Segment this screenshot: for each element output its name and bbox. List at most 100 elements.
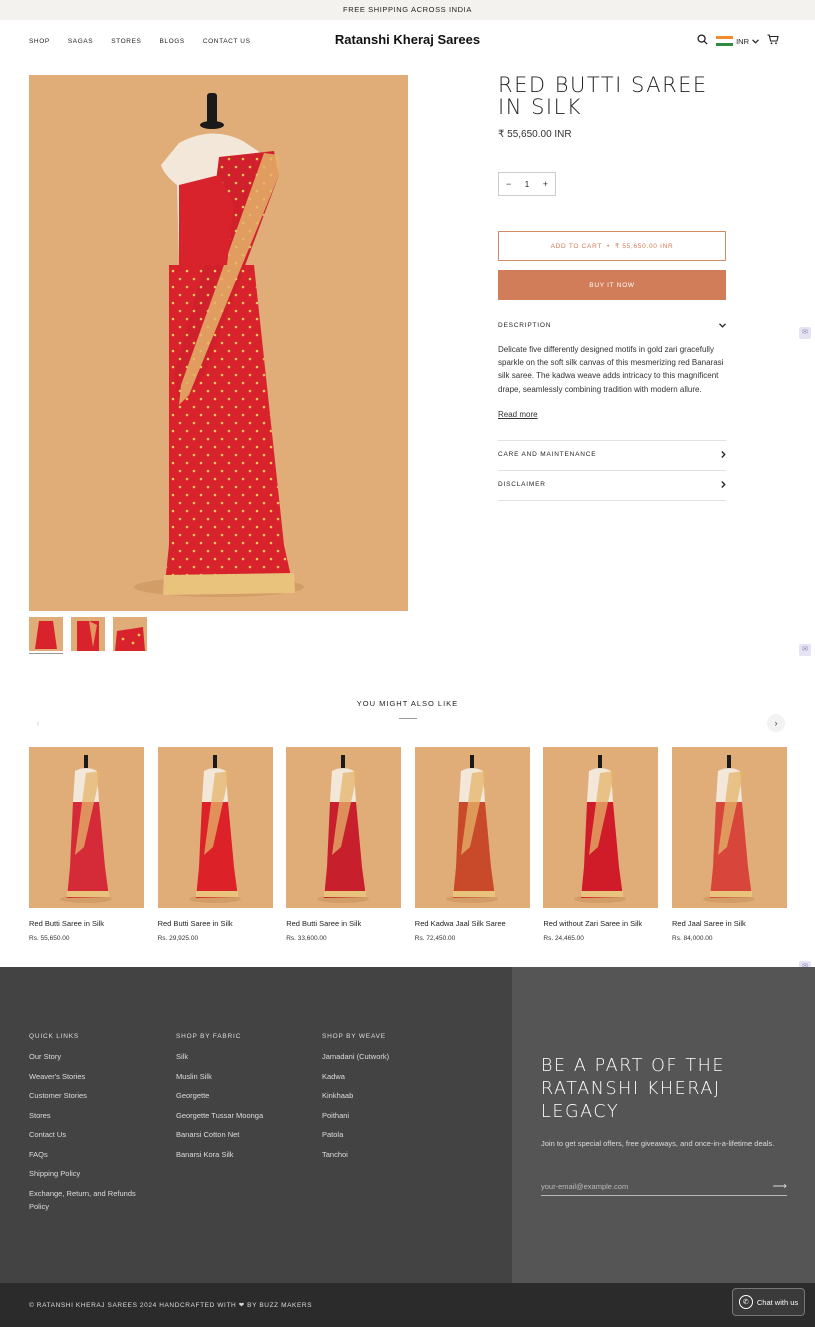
product-title: RED BUTTI SAREE IN SILK <box>498 73 708 119</box>
product-card-name[interactable]: Red Butti Saree in Silk <box>286 919 401 928</box>
product-card-price: Rs. 33,600.00 <box>286 935 327 942</box>
footer-link[interactable]: Banarsi Kora Silk <box>176 1148 263 1161</box>
footer-link[interactable]: Jamadani (Cutwork) <box>322 1050 389 1063</box>
product-thumbnail-2[interactable] <box>71 617 105 651</box>
description-accordion-header[interactable]: DESCRIPTION <box>498 322 726 329</box>
chevron-right-icon <box>721 481 726 488</box>
footer-newsletter-panel <box>512 967 815 1283</box>
product-card-name[interactable]: Red Butti Saree in Silk <box>158 919 273 928</box>
add-to-cart-separator: • <box>607 242 611 250</box>
product-card-name[interactable]: Red Kadwa Jaal Silk Saree <box>415 919 530 928</box>
read-more-link[interactable]: Read more <box>498 410 538 419</box>
footer-link[interactable]: Kinkhaab <box>322 1089 389 1102</box>
footer-link[interactable]: Shipping Policy <box>29 1167 154 1180</box>
product-card-name[interactable]: Red without Zari Saree in Silk <box>543 919 658 928</box>
disclaimer-heading: DISCLAIMER <box>498 481 546 488</box>
product-card-price: Rs. 72,450.00 <box>414 935 456 942</box>
side-widget-icon[interactable]: ✉ <box>799 327 811 339</box>
carousel-next-button[interactable]: › <box>767 714 785 732</box>
product-card-price: Rs. 55,650.00 <box>29 935 70 942</box>
product-card-name[interactable]: Red Jaal Saree in Silk <box>672 919 787 928</box>
description-heading: DESCRIPTION <box>498 322 552 329</box>
search-icon[interactable] <box>697 32 708 50</box>
footer-heading: SHOP BY WEAVE <box>322 1033 386 1040</box>
footer-shop-by-fabric: SHOP BY FABRIC Silk Muslin Silk Georgett… <box>176 1033 263 1167</box>
product-card-image[interactable] <box>29 747 144 908</box>
footer-link[interactable]: Customer Stories <box>29 1089 154 1102</box>
buy-now-button[interactable]: BUY IT NOW <box>498 270 726 300</box>
care-heading: CARE AND MAINTENANCE <box>498 451 597 458</box>
product-card[interactable]: Red without Zari Saree in Silk Rs. 24,465… <box>543 747 659 942</box>
brand-logo[interactable]: Ratanshi Kheraj Sarees <box>335 32 480 47</box>
quantity-decrease-button[interactable]: − <box>506 179 511 189</box>
footer-link[interactable]: Stores <box>29 1109 154 1122</box>
product-card-image[interactable] <box>157 747 273 908</box>
divider <box>498 470 726 471</box>
footer-heading: QUICK LINKS <box>29 1033 79 1040</box>
product-card-image[interactable] <box>286 747 402 908</box>
product-card-image[interactable] <box>414 747 530 908</box>
product-card-price: Rs. 29,925.00 <box>157 935 199 942</box>
product-card[interactable]: Red Jaal Saree in Silk Rs. 84,000.00 <box>672 747 787 942</box>
product-main-image[interactable] <box>29 75 408 611</box>
cart-icon[interactable] <box>767 32 779 50</box>
nav-sagas[interactable]: SAGAS <box>68 38 93 45</box>
footer-link[interactable]: Exchange, Return, and Refunds Policy <box>29 1187 154 1213</box>
product-price: ₹ 55,650.00 INR <box>498 129 572 140</box>
product-thumbnail-3[interactable] <box>113 617 147 651</box>
nav-shop[interactable]: SHOP <box>29 38 50 45</box>
section-title-underline <box>399 718 417 719</box>
nav-stores[interactable]: STORES <box>111 38 141 45</box>
quantity-increase-button[interactable]: + <box>543 179 548 189</box>
product-card-image[interactable] <box>543 747 659 908</box>
side-widget-icon[interactable]: ✉ <box>799 644 811 656</box>
footer-link[interactable]: FAQs <box>29 1148 154 1161</box>
footer-link[interactable]: Kadwa <box>322 1070 389 1083</box>
footer-link[interactable]: Contact Us <box>29 1128 154 1141</box>
footer-link[interactable]: Georgette Tussar Moonga <box>176 1109 263 1122</box>
email-field[interactable] <box>541 1182 741 1191</box>
copyright-text: © RATANSHI KHERAJ SAREES 2024 HANDCRAFTE… <box>29 1302 313 1309</box>
chevron-right-icon <box>721 451 726 458</box>
nav-contact[interactable]: CONTACT US <box>203 38 251 45</box>
footer-link[interactable]: Our Story <box>29 1050 154 1063</box>
quantity-value[interactable]: 1 <box>525 180 529 189</box>
quantity-stepper: − 1 + <box>498 172 556 196</box>
footer-link[interactable]: Muslin Silk <box>176 1070 263 1083</box>
product-card-price: Rs. 84,000.00 <box>672 935 713 942</box>
product-description: Delicate five differently designed motif… <box>498 345 724 394</box>
add-to-cart-price: ₹ 55,650.00 INR <box>615 243 674 250</box>
add-to-cart-button[interactable]: ADD TO CART • ₹ 55,650.00 INR <box>498 231 726 261</box>
footer-link[interactable]: Banarsi Cotton Net <box>176 1128 263 1141</box>
disclaimer-accordion-header[interactable]: DISCLAIMER <box>498 481 726 488</box>
currency-selector[interactable]: INR <box>716 35 759 47</box>
footer-link[interactable]: Poithani <box>322 1109 389 1122</box>
footer-link[interactable]: Silk <box>176 1050 263 1063</box>
related-section-title: YOU MIGHT ALSO LIKE <box>356 699 459 708</box>
footer-quick-links: QUICK LINKS Our Story Weaver's Stories C… <box>29 1033 154 1219</box>
product-thumbnail-1[interactable] <box>29 617 63 651</box>
product-card-name[interactable]: Red Butti Saree in Silk <box>29 919 144 928</box>
product-card[interactable]: Red Butti Saree in Silk Rs. 29,925.00 <box>157 747 273 942</box>
nav-blogs[interactable]: BLOGS <box>159 38 184 45</box>
currency-label: INR <box>736 36 749 46</box>
footer-link[interactable]: Patola <box>322 1128 389 1141</box>
header-actions: INR <box>697 20 779 62</box>
site-header: SHOP SAGAS STORES BLOGS CONTACT US Ratan… <box>0 20 815 62</box>
product-card[interactable]: Red Kadwa Jaal Silk Saree Rs. 72,450.00 <box>414 747 530 942</box>
care-accordion-header[interactable]: CARE AND MAINTENANCE <box>498 451 726 458</box>
arrow-right-icon[interactable]: ⟶ <box>773 1181 787 1192</box>
chevron-down-icon <box>752 38 759 44</box>
footer-link[interactable]: Weaver's Stories <box>29 1070 154 1083</box>
product-card-image[interactable] <box>672 747 787 908</box>
product-card[interactable]: Red Butti Saree in Silk Rs. 55,650.00 <box>29 747 144 942</box>
footer-link[interactable]: Georgette <box>176 1089 263 1102</box>
active-thumbnail-indicator <box>29 653 63 654</box>
chat-with-us-button[interactable]: ✆ Chat with us <box>732 1288 805 1316</box>
product-card[interactable]: Red Butti Saree in Silk Rs. 33,600.00 <box>286 747 402 942</box>
chat-label: Chat with us <box>756 1297 799 1307</box>
carousel-prev-button[interactable]: ‹ <box>29 714 47 732</box>
product-card-price: Rs. 24,465.00 <box>543 935 584 942</box>
india-flag-icon <box>716 35 734 47</box>
footer-link[interactable]: Tanchoi <box>322 1148 389 1161</box>
